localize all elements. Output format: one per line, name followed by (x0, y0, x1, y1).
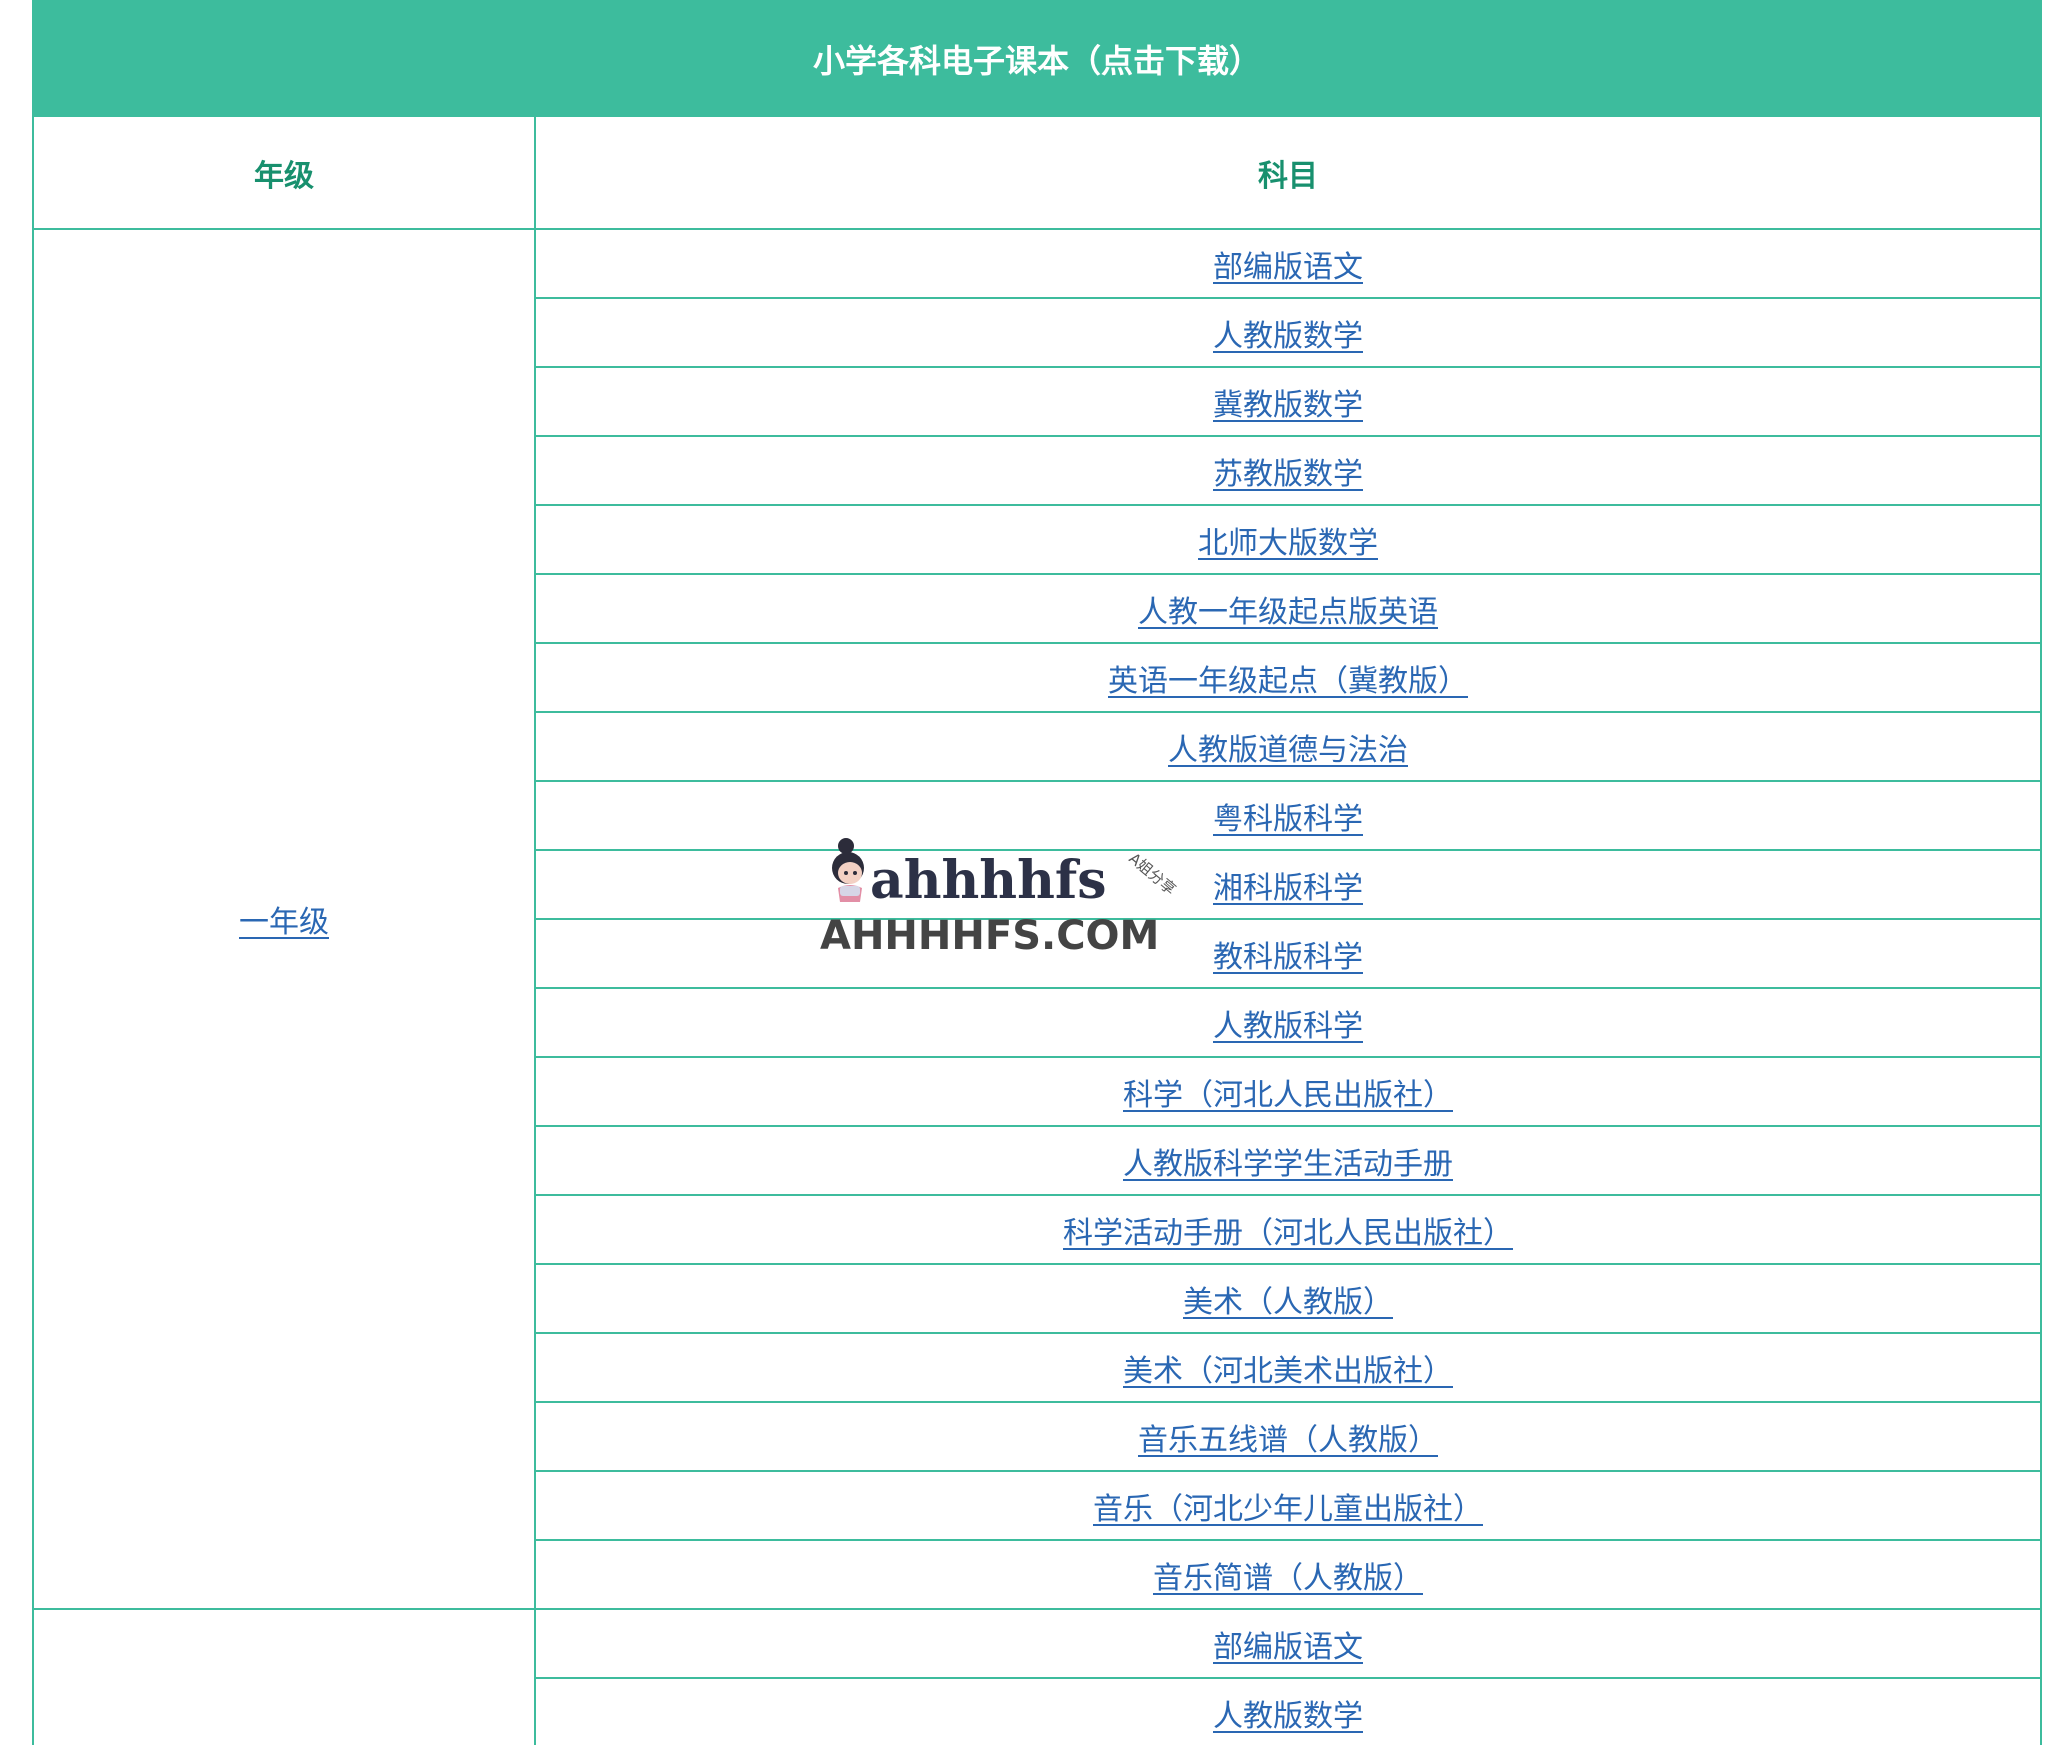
table-title-row: 小学各科电子课本（点击下载） (31, 0, 2043, 117)
subject-cell: 冀教版数学 (533, 366, 2043, 437)
subject-link[interactable]: 苏教版数学 (1213, 457, 1363, 492)
grade-column-header: 年级 (32, 115, 536, 230)
subject-link[interactable]: 人教版数学 (1213, 1699, 1363, 1734)
subject-cell: 人教版道德与法治 (533, 711, 2043, 782)
subject-link[interactable]: 人教版科学学生活动手册 (1123, 1147, 1453, 1182)
subject-link[interactable]: 美术（人教版） (1183, 1285, 1393, 1320)
subject-link[interactable]: 粤科版科学 (1213, 802, 1363, 837)
subject-cell: 湘科版科学 (533, 849, 2043, 920)
subject-cell: 人教版科学学生活动手册 (533, 1125, 2043, 1196)
subject-link[interactable]: 科学活动手册（河北人民出版社） (1063, 1216, 1513, 1251)
subject-link[interactable]: 人教版数学 (1213, 319, 1363, 354)
subject-column-header: 科目 (533, 115, 2043, 230)
grade-cell: 一年级 (32, 228, 536, 1610)
grade-cell (32, 1608, 536, 1745)
table-row: 部编版语文 (32, 1608, 2043, 1745)
table-title: 小学各科电子课本（点击下载） (31, 0, 2043, 117)
subject-link[interactable]: 音乐（河北少年儿童出版社） (1093, 1492, 1483, 1527)
subject-cell: 部编版语文 (533, 1608, 2043, 1679)
subject-link[interactable]: 美术（河北美术出版社） (1123, 1354, 1453, 1389)
subject-link[interactable]: 教科版科学 (1213, 940, 1363, 975)
subject-cell: 人教版科学 (533, 987, 2043, 1058)
subject-cell: 人教版数学 (533, 1677, 2043, 1745)
textbook-table: 小学各科电子课本（点击下载） 年级 科目 一年级 部编版语文 人教版数学 冀教版数学苏… (31, 0, 2043, 1745)
grade-link[interactable]: 一年级 (239, 905, 329, 940)
subject-cell: 科学（河北人民出版社） (533, 1056, 2043, 1127)
table-body: 一年级 部编版语文 人教版数学 冀教版数学 苏教版数学 北师大版数学 人教一年级起点版英语英… (32, 228, 2043, 1745)
subject-cell: 音乐（河北少年儿童出版社） (533, 1470, 2043, 1541)
subject-link[interactable]: 人教版道德与法治 (1168, 733, 1408, 768)
subject-link[interactable]: 湘科版科学 (1213, 871, 1363, 906)
subject-link[interactable]: 音乐五线谱（人教版） (1138, 1423, 1438, 1458)
subject-link[interactable]: 人教一年级起点版英语 (1138, 595, 1438, 630)
subject-cell: 部编版语文 (533, 228, 2043, 299)
subject-cell: 人教版数学 (533, 297, 2043, 368)
subject-link[interactable]: 科学（河北人民出版社） (1123, 1078, 1453, 1113)
subject-cell: 粤科版科学 (533, 780, 2043, 851)
subject-cell: 科学活动手册（河北人民出版社） (533, 1194, 2043, 1265)
table-header-row: 年级 科目 (32, 115, 2043, 230)
subject-cell: 英语一年级起点（冀教版） (533, 642, 2043, 713)
subject-link[interactable]: 音乐简谱（人教版） (1153, 1561, 1423, 1596)
subject-cell: 音乐简谱（人教版） (533, 1539, 2043, 1610)
subject-link[interactable]: 北师大版数学 (1198, 526, 1378, 561)
table-row: 一年级 部编版语文 (32, 228, 2043, 1610)
subject-cell: 苏教版数学 (533, 435, 2043, 506)
subject-link[interactable]: 部编版语文 (1213, 250, 1363, 285)
subject-cell: 教科版科学 (533, 918, 2043, 989)
subject-cell: 美术（人教版） (533, 1263, 2043, 1334)
subject-cell: 人教一年级起点版英语 (533, 573, 2043, 644)
subject-link[interactable]: 人教版科学 (1213, 1009, 1363, 1044)
subject-cell: 美术（河北美术出版社） (533, 1332, 2043, 1403)
page: 小学各科电子课本（点击下载） 年级 科目 一年级 部编版语文 人教版数学 冀教版数学苏… (0, 0, 2048, 1745)
subject-cell: 音乐五线谱（人教版） (533, 1401, 2043, 1472)
subject-link[interactable]: 冀教版数学 (1213, 388, 1363, 423)
subject-link[interactable]: 英语一年级起点（冀教版） (1108, 664, 1468, 699)
subject-cell: 北师大版数学 (533, 504, 2043, 575)
subject-link[interactable]: 部编版语文 (1213, 1630, 1363, 1665)
